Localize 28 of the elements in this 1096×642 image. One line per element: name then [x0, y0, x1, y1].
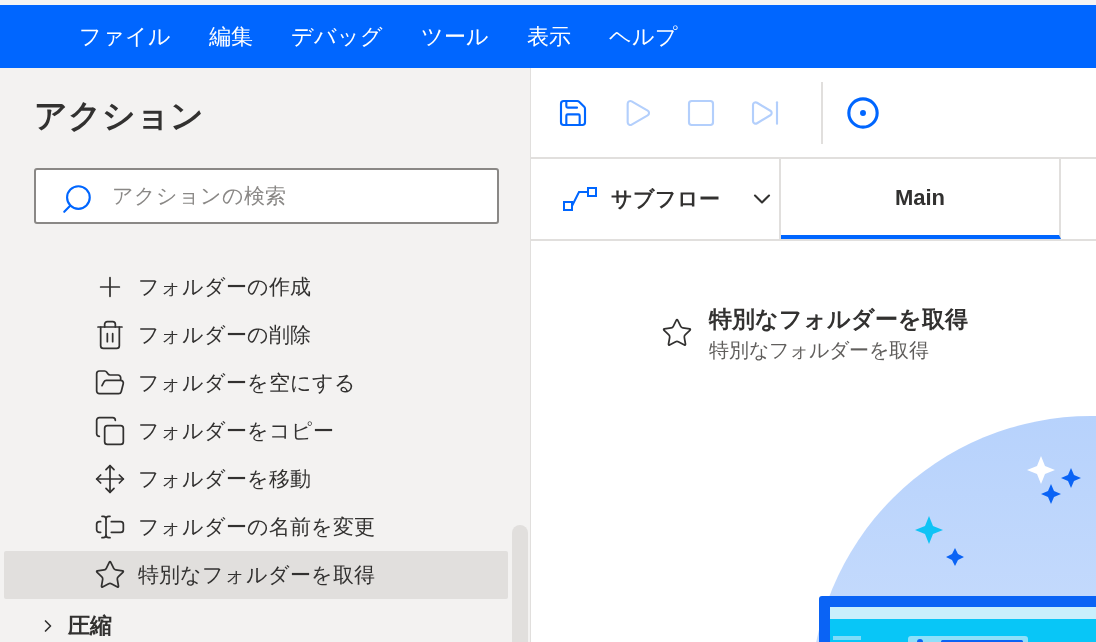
tab[interactable]: Main [781, 159, 1061, 239]
action-title: 特別なフォルダーを取得 [709, 305, 968, 334]
subflow-icon [563, 186, 597, 212]
trash-icon [94, 319, 126, 351]
category-item[interactable]: 圧縮 [4, 609, 508, 642]
action-item[interactable]: フォルダーの作成 [4, 263, 508, 311]
star-icon [94, 559, 126, 591]
menu-item[interactable]: 表示 [510, 5, 588, 68]
copy-icon [94, 415, 126, 447]
menu-item[interactable]: ファイル [62, 5, 188, 68]
action-item[interactable]: フォルダーを空にする [4, 359, 508, 407]
search-field[interactable]: アクションの検索 [34, 168, 499, 224]
star-icon [661, 317, 693, 349]
action-item[interactable]: 特別なフォルダーを取得 [4, 551, 508, 599]
panel-title: アクション [33, 96, 205, 136]
search-icon [60, 182, 94, 216]
subflow-dropdown[interactable]: サブフロー [531, 159, 781, 239]
menu-item[interactable]: ヘルプ [592, 5, 695, 68]
action-subtitle: 特別なフォルダーを取得 [709, 338, 930, 363]
record-icon [846, 95, 880, 130]
action-item[interactable]: フォルダーの削除 [4, 311, 508, 359]
move-arrows-icon [94, 463, 126, 495]
action-item[interactable]: フォルダーの名前を変更 [4, 503, 508, 551]
menu-item[interactable]: デバッグ [274, 5, 400, 68]
action-item[interactable]: フォルダーを移動 [4, 455, 508, 503]
menu-item[interactable]: ツール [404, 5, 506, 68]
menu-item[interactable]: 編集 [192, 5, 270, 68]
action-item[interactable]: フォルダーをコピー [4, 407, 508, 455]
